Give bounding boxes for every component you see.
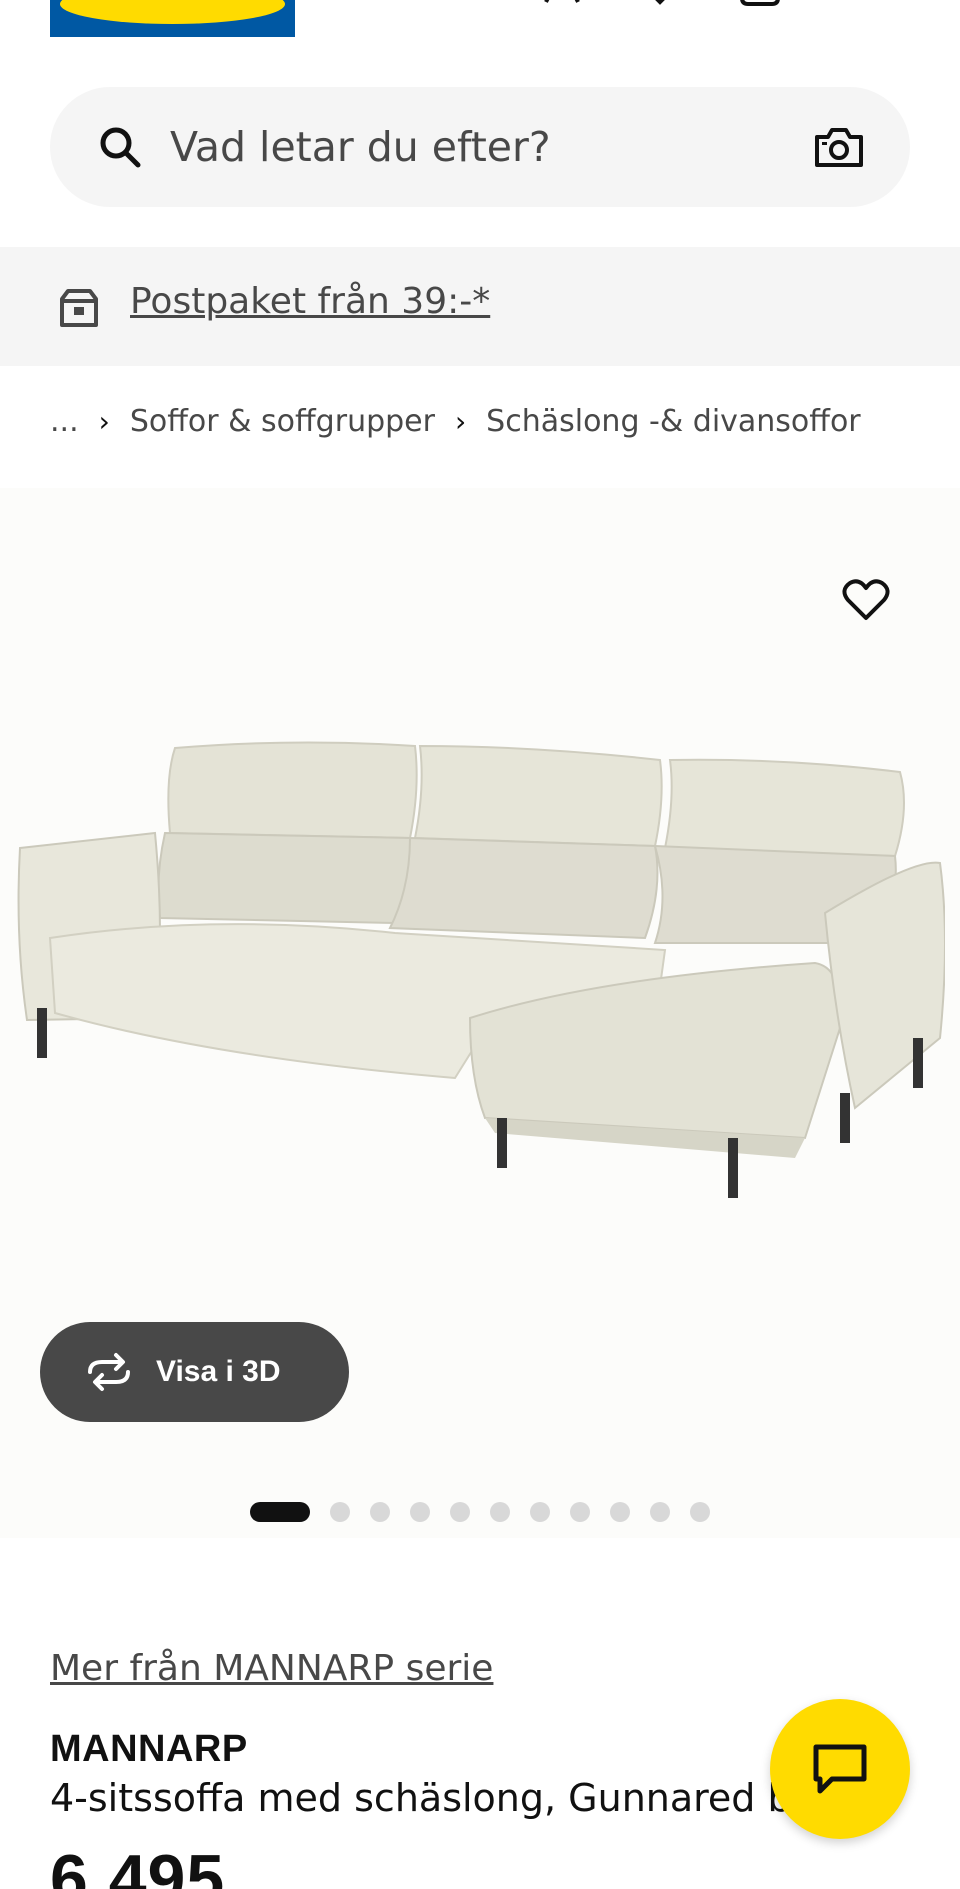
search-icon[interactable] <box>98 125 142 169</box>
pagination-dot[interactable] <box>610 1502 630 1522</box>
pagination-dot[interactable] <box>330 1502 350 1522</box>
promo-link[interactable]: Postpaket från 39:-* <box>130 281 490 322</box>
bag-icon[interactable] <box>738 0 782 8</box>
pagination-dot[interactable] <box>690 1502 710 1522</box>
camera-icon[interactable] <box>814 125 864 169</box>
breadcrumb: ... › Soffor & soffgrupper › Schäslong -… <box>50 398 861 444</box>
search-bar[interactable]: Vad letar du efter? <box>50 87 910 207</box>
series-link[interactable]: Mer från MANNARP serie <box>50 1648 493 1689</box>
gallery-pagination[interactable] <box>0 1500 960 1524</box>
promo-banner: Postpaket från 39:-* <box>0 247 960 366</box>
breadcrumb-item-chaise[interactable]: Schäslong -& divansoffor <box>486 404 860 439</box>
menu-icon[interactable] <box>838 0 882 8</box>
view-3d-label: Visa i 3D <box>156 1355 281 1388</box>
product-name: MANNARP <box>50 1728 248 1770</box>
sofa-product-image <box>17 741 945 1198</box>
pagination-dot-active[interactable] <box>250 1502 310 1522</box>
breadcrumb-ellipsis[interactable]: ... <box>50 404 79 439</box>
rotate-3d-icon <box>88 1353 130 1391</box>
ikea-logo[interactable] <box>50 0 295 37</box>
chevron-right-icon: › <box>98 404 110 438</box>
chat-icon <box>813 1744 867 1794</box>
package-icon <box>60 289 98 327</box>
user-icon[interactable] <box>540 0 584 8</box>
product-description: 4-sitssoffa med schäslong, Gunnared be <box>50 1776 816 1820</box>
pagination-dot[interactable] <box>650 1502 670 1522</box>
heart-icon[interactable] <box>842 578 890 622</box>
product-gallery[interactable]: Visa i 3D <box>0 488 960 1538</box>
pagination-dot[interactable] <box>490 1502 510 1522</box>
pagination-dot[interactable] <box>450 1502 470 1522</box>
pagination-dot[interactable] <box>530 1502 550 1522</box>
chevron-right-icon: › <box>454 404 467 438</box>
logo-oval <box>60 0 285 24</box>
pagination-dot[interactable] <box>570 1502 590 1522</box>
pagination-dot[interactable] <box>370 1502 390 1522</box>
search-placeholder[interactable]: Vad letar du efter? <box>170 123 551 171</box>
chat-button[interactable] <box>770 1699 910 1839</box>
product-price: 6 495 <box>50 1841 226 1889</box>
pagination-dot[interactable] <box>410 1502 430 1522</box>
heart-icon[interactable] <box>638 0 682 8</box>
view-3d-button[interactable]: Visa i 3D <box>40 1322 349 1422</box>
breadcrumb-item-sofas[interactable]: Soffor & soffgrupper <box>130 404 435 439</box>
site-header <box>0 0 960 70</box>
